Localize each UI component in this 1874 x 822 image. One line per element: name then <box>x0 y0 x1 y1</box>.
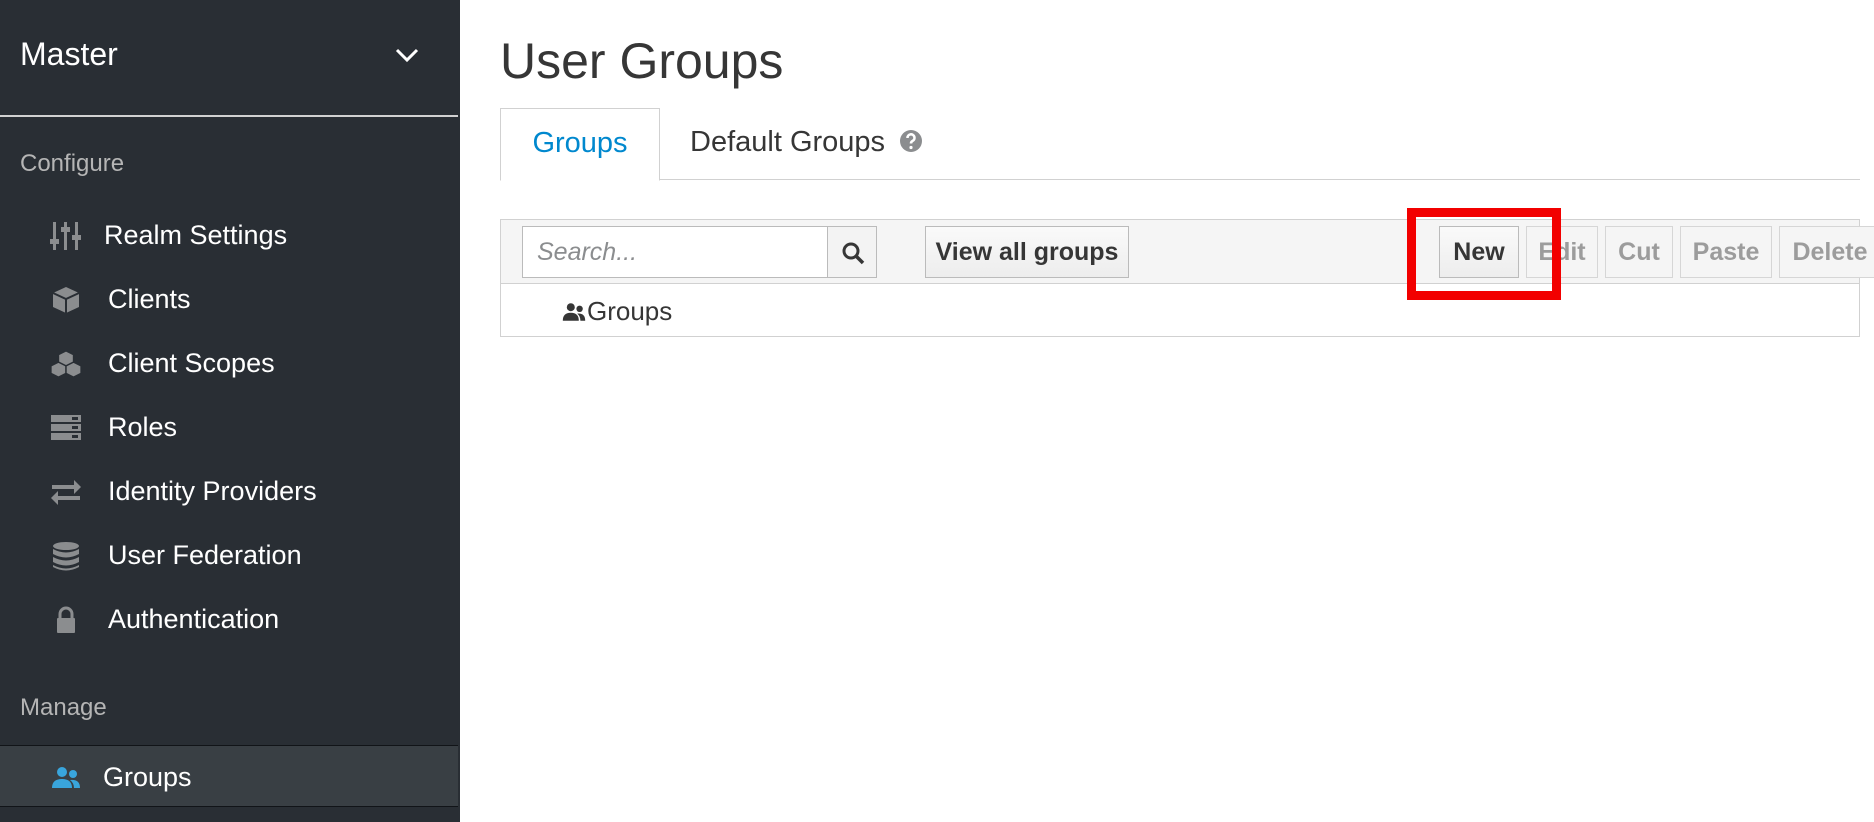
sidebar: Master Configure Realm Settings Clients <box>0 0 460 822</box>
cube-icon <box>52 287 80 313</box>
view-all-groups-button[interactable]: View all groups <box>925 226 1129 278</box>
sidebar-item-client-scopes[interactable]: Client Scopes <box>0 332 458 394</box>
cubes-icon <box>50 350 82 378</box>
paste-button[interactable]: Paste <box>1680 226 1772 278</box>
sidebar-item-label: Identity Providers <box>108 476 317 506</box>
tab-bar: Groups Default Groups <box>500 108 1860 181</box>
page-title: User Groups <box>500 33 784 89</box>
sidebar-item-label: Groups <box>103 762 192 792</box>
groups-toolbar: View all groups New Edit Cut Paste Delet… <box>501 208 1874 300</box>
sidebar-item-identity-providers[interactable]: Identity Providers <box>0 460 458 522</box>
cut-button[interactable]: Cut <box>1605 226 1673 278</box>
sidebar-item-label: User Federation <box>108 540 302 570</box>
group-tree-root-label: Groups <box>587 296 673 326</box>
sidebar-item-groups[interactable]: Groups <box>0 745 458 807</box>
sidebar-item-realm-settings[interactable]: Realm Settings <box>0 204 458 266</box>
section-label-configure: Configure <box>20 150 125 177</box>
tab-groups[interactable]: Groups <box>500 108 660 181</box>
sliders-icon <box>50 222 81 250</box>
edit-button[interactable]: Edit <box>1526 226 1598 278</box>
sidebar-item-label: Client Scopes <box>108 348 275 378</box>
realm-selector[interactable]: Master <box>0 0 458 117</box>
tab-label: Default Groups <box>690 126 886 158</box>
realm-name: Master <box>20 36 118 72</box>
question-circle-icon[interactable] <box>899 129 923 153</box>
search-icon <box>842 242 865 265</box>
lock-icon <box>57 606 75 633</box>
search-button[interactable] <box>827 226 877 278</box>
exchange-icon <box>51 480 81 505</box>
new-button[interactable]: New <box>1439 226 1519 278</box>
users-icon <box>52 767 80 788</box>
server-icon <box>51 415 81 440</box>
sidebar-item-label: Clients <box>108 284 191 314</box>
users-icon <box>562 303 586 321</box>
database-icon <box>53 542 79 571</box>
sidebar-item-label: Roles <box>108 412 178 442</box>
chevron-down-icon <box>395 48 419 63</box>
tab-label: Groups <box>532 127 628 159</box>
sidebar-item-clients[interactable]: Clients <box>0 268 458 330</box>
sidebar-item-label: Authentication <box>108 604 280 634</box>
main-content: User Groups Groups Default Groups View a… <box>460 0 1874 822</box>
delete-button[interactable]: Delete <box>1779 226 1874 278</box>
tab-default-groups[interactable]: Default Groups <box>690 108 923 180</box>
sidebar-item-label: Realm Settings <box>104 220 288 250</box>
groups-panel: View all groups New Edit Cut Paste Delet… <box>500 208 1874 337</box>
sidebar-item-roles[interactable]: Roles <box>0 396 458 458</box>
search-input[interactable] <box>522 226 828 278</box>
section-label-manage: Manage <box>20 694 107 721</box>
sidebar-item-authentication[interactable]: Authentication <box>0 588 458 650</box>
sidebar-item-user-federation[interactable]: User Federation <box>0 524 458 586</box>
